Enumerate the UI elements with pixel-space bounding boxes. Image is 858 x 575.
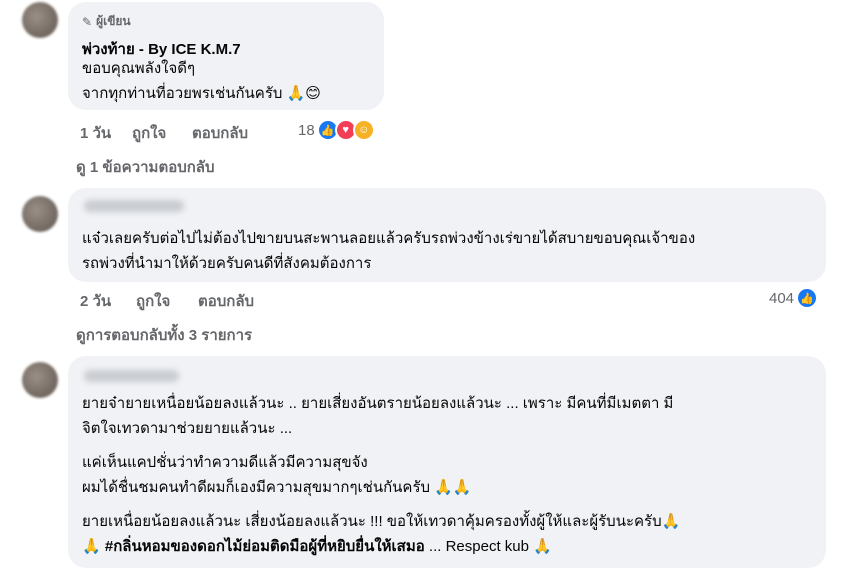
avatar[interactable] [22, 2, 58, 38]
avatar[interactable] [22, 196, 58, 232]
thumbs-up-icon: 👍 [796, 287, 819, 309]
reaction-summary[interactable]: 404 👍 [769, 287, 819, 309]
reaction-count: 404 [769, 289, 795, 307]
comment-text-prefix: 🙏 [82, 538, 105, 555]
care-icon: ☺ [352, 119, 375, 141]
comment-actions: 2 วัน ถูกใจ ตอบกลับ [80, 289, 254, 313]
comment-text-line: ยายจ๋ายายเหนื่อยน้อยลงแล้วนะ .. ยายเสี่ย… [82, 395, 674, 412]
comment-text-line: รถพ่วงที่นำมาให้ด้วยครับคนดีที่สังคมต้อง… [82, 255, 372, 272]
comment-text-suffix: ... Respect kub 🙏 [424, 538, 552, 555]
comment-text-line: ผมได้ชื่นชมคนทำดีผมก็เองมีความสุขมากๆเช่… [82, 479, 472, 496]
reaction-count: 18 [298, 121, 315, 139]
timestamp[interactable]: 2 วัน [80, 289, 136, 313]
view-replies-link[interactable]: ดูการตอบกลับทั้ง 3 รายการ [76, 323, 252, 347]
timestamp[interactable]: 1 วัน [80, 121, 132, 145]
comment-author[interactable] [84, 200, 184, 212]
pencil-icon: ✎ [82, 14, 93, 29]
comment-text-line: จิตใจเทวดามาช่วยยายแล้วนะ ... [82, 420, 293, 437]
like-button[interactable]: ถูกใจ [132, 121, 192, 145]
comment-text-line: จากทุกท่านที่อวยพรเช่นกันครับ 🙏😊 [82, 85, 321, 102]
reply-button[interactable]: ตอบกลับ [198, 289, 254, 313]
badge-label: ผู้เขียน [96, 14, 131, 28]
comment-author[interactable] [84, 370, 179, 382]
comment-text-line: ขอบคุณพลังใจดีๆ [82, 60, 196, 77]
author-badge: ✎ ผู้เขียน [82, 12, 131, 31]
view-replies-link[interactable]: ดู 1 ข้อความตอบกลับ [76, 155, 215, 179]
comment-actions: 1 วัน ถูกใจ ตอบกลับ [80, 121, 248, 145]
reply-button[interactable]: ตอบกลับ [192, 121, 248, 145]
comment-text-line: แจ๋วเลยครับต่อไปไม่ต้องไปขายบนสะพานลอยแล… [82, 230, 696, 247]
like-button[interactable]: ถูกใจ [136, 289, 198, 313]
reaction-summary[interactable]: 18 👍 ♥ ☺ [298, 119, 375, 141]
comment-text-line: 🙏 #กลิ่นหอมของดอกไม้ย่อมติดมือผู้ที่หยิบ… [82, 534, 552, 559]
comment-text-line: ยายเหนื่อยน้อยลงแล้วนะ เสี่ยงน้อยลงแล้วน… [82, 513, 681, 530]
hashtag-link[interactable]: #กลิ่นหอมของดอกไม้ย่อมติดมือผู้ที่หยิบยื… [105, 538, 425, 555]
comment-text-line: แค่เห็นแคปชั่นว่าทำความดีแล้วมีความสุขจั… [82, 454, 368, 471]
avatar[interactable] [22, 362, 58, 398]
